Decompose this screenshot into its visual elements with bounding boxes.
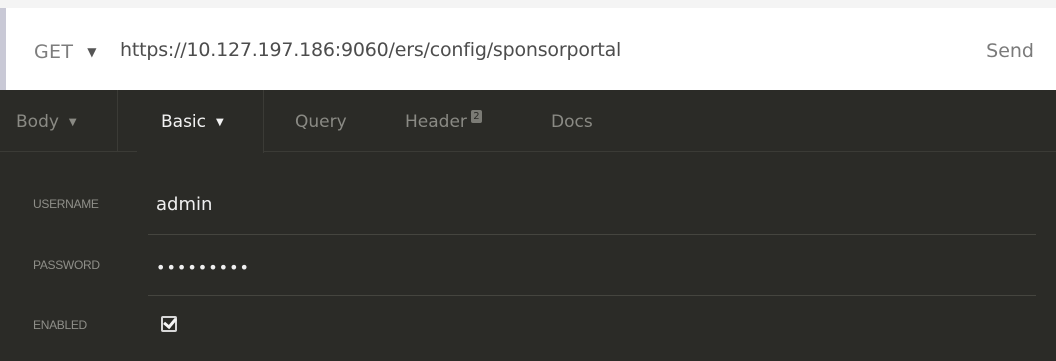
enabled-row: ENABLED (0, 296, 1056, 356)
chevron-down-icon: ▼ (68, 117, 77, 128)
username-label: USERNAME (33, 197, 99, 211)
tab-body[interactable]: Body ▼ (0, 90, 118, 152)
method-label: GET (34, 41, 74, 63)
header-count-badge: 2 (470, 110, 482, 123)
chevron-down-icon: ▼ (216, 117, 224, 128)
top-strip (0, 0, 1056, 8)
tab-basic[interactable]: Basic ▼ (137, 90, 264, 153)
tab-query[interactable]: Query (295, 90, 347, 152)
url-input[interactable]: https://10.127.197.186:9060/ers/config/s… (120, 39, 621, 61)
tab-docs[interactable]: Docs (551, 90, 593, 152)
chevron-down-icon: ▼ (87, 45, 97, 59)
tab-header-label: Header (405, 112, 467, 132)
enabled-checkbox[interactable] (161, 316, 177, 332)
tab-query-label: Query (295, 112, 347, 132)
username-field[interactable]: admin (156, 194, 212, 215)
username-underline (148, 234, 1036, 235)
password-field[interactable]: ••••••••• (156, 258, 250, 277)
send-button[interactable]: Send (986, 40, 1034, 62)
tab-basic-label: Basic (161, 112, 207, 132)
enabled-label: ENABLED (33, 318, 87, 332)
tab-bar: Body ▼ Basic ▼ Query Header 2 Docs (0, 90, 1056, 153)
tab-docs-label: Docs (551, 112, 593, 132)
username-row: USERNAME admin (0, 175, 1056, 235)
tab-body-label: Body (16, 112, 59, 132)
tab-header[interactable]: Header 2 (405, 90, 482, 152)
method-dropdown[interactable]: GET ▼ (34, 41, 97, 63)
auth-panel: Body ▼ Basic ▼ Query Header 2 Docs USERNAME… (0, 90, 1056, 361)
password-row: PASSWORD ••••••••• (0, 236, 1056, 296)
request-editor: GET ▼ https://10.127.197.186:9060/ers/co… (0, 0, 1056, 361)
url-bar: GET ▼ https://10.127.197.186:9060/ers/co… (0, 8, 1056, 90)
password-label: PASSWORD (33, 258, 100, 272)
